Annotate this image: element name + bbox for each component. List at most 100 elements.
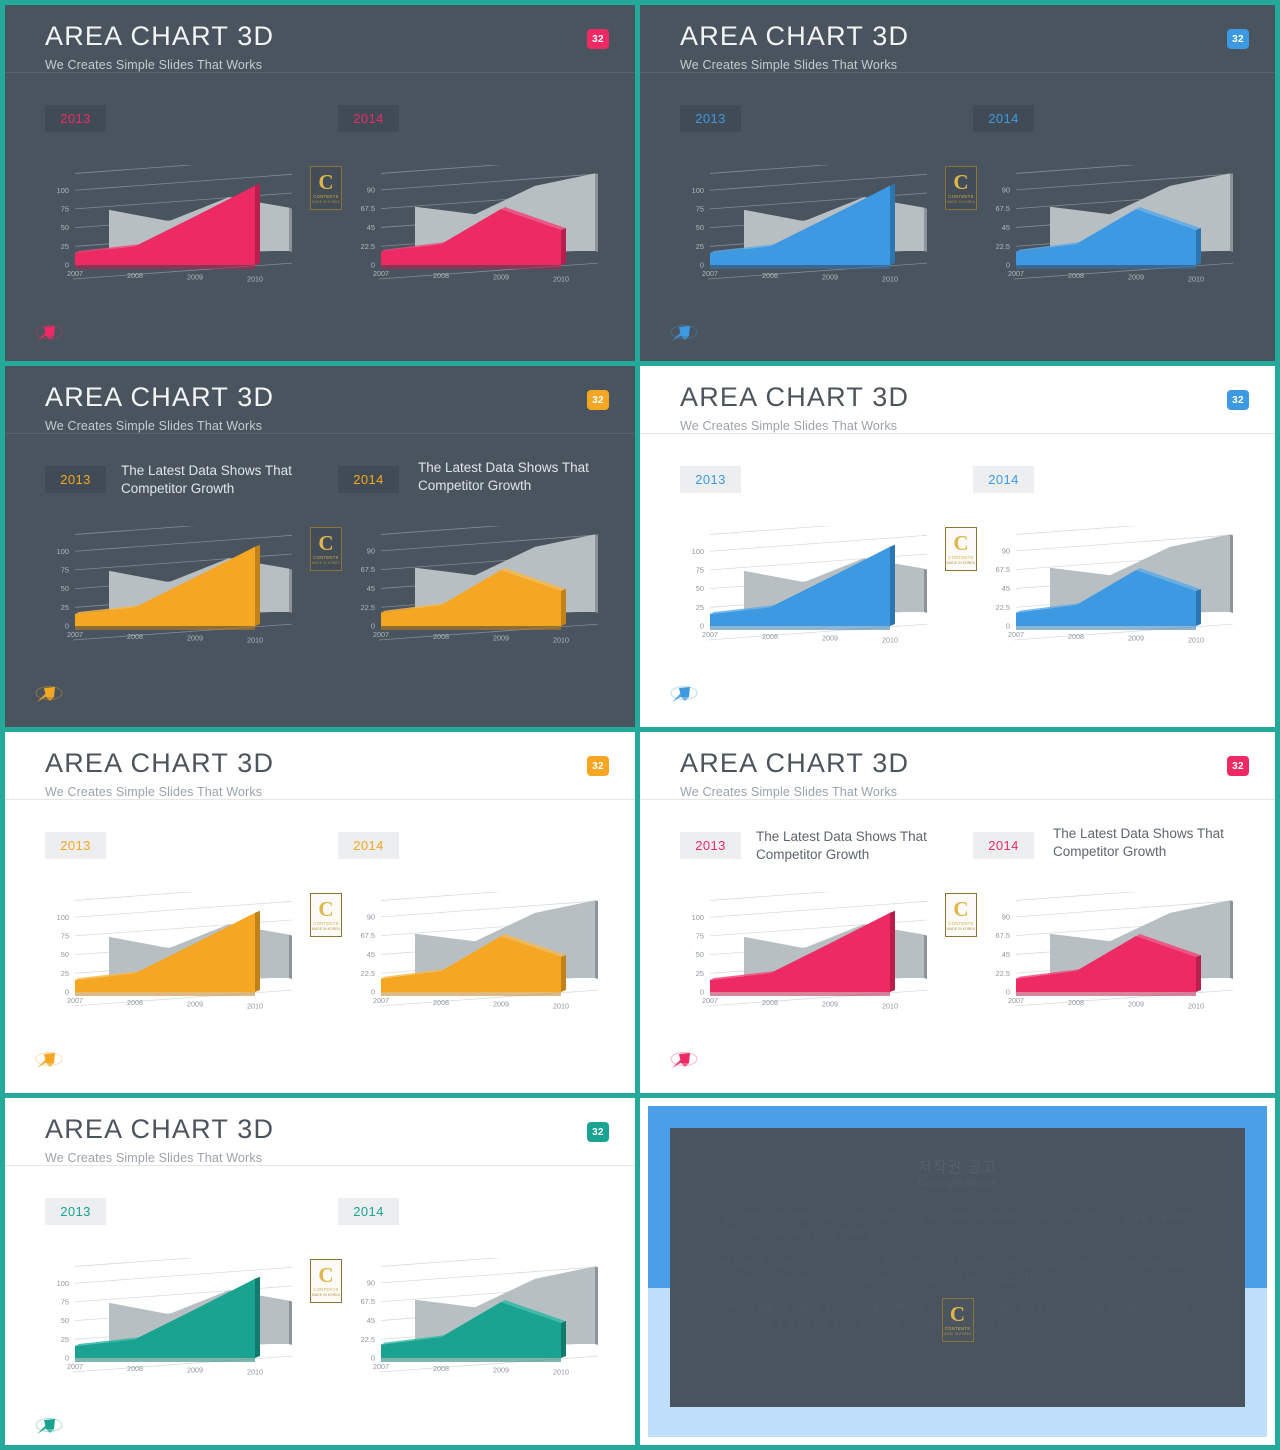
- svg-text:22.5: 22.5: [361, 969, 375, 978]
- svg-text:25: 25: [61, 603, 69, 612]
- year-chip-2013[interactable]: 2013: [680, 105, 741, 132]
- svg-text:2010: 2010: [882, 1001, 898, 1010]
- year-chip-2013[interactable]: 2013: [45, 466, 106, 493]
- contents-logo: C CONTENTS MADE IN KOREA: [945, 893, 977, 937]
- status-badge: 32: [587, 1122, 609, 1142]
- panel-s5[interactable]: AREA CHART 3D We Creates Simple Slides T…: [0, 732, 640, 1098]
- svg-text:50: 50: [696, 584, 704, 593]
- svg-text:67.5: 67.5: [996, 204, 1010, 213]
- copyright-subtitle: Copyright Notice: [918, 1178, 997, 1189]
- logo-letter: C: [318, 896, 334, 921]
- svg-text:100: 100: [692, 186, 704, 195]
- slide-s7: AREA CHART 3D We Creates Simple Slides T…: [5, 1098, 635, 1445]
- contents-logo: C CONTENTS MADE IN KOREA: [310, 166, 342, 210]
- svg-text:2008: 2008: [762, 632, 778, 641]
- year-chip-2013[interactable]: 2013: [45, 832, 106, 859]
- svg-text:2009: 2009: [1128, 1000, 1144, 1009]
- svg-text:2007: 2007: [1008, 630, 1024, 639]
- logo-letter: C: [953, 896, 969, 921]
- panel-s2[interactable]: AREA CHART 3D We Creates Simple Slides T…: [640, 0, 1280, 366]
- description-2014: The Latest Data Shows That Competitor Gr…: [418, 460, 589, 493]
- svg-text:45: 45: [1002, 950, 1010, 959]
- svg-text:2007: 2007: [373, 269, 389, 278]
- status-badge: 32: [1227, 756, 1249, 776]
- status-badge: 32: [587, 29, 609, 49]
- year-chip-2013[interactable]: 2013: [680, 466, 741, 493]
- svg-text:67.5: 67.5: [361, 565, 375, 574]
- logo-line1: CONTENTS: [948, 554, 974, 560]
- svg-text:67.5: 67.5: [996, 565, 1010, 574]
- year-chip-2013[interactable]: 2013: [45, 105, 106, 132]
- slide-header: AREA CHART 3D We Creates Simple Slides T…: [5, 366, 635, 434]
- svg-text:22.5: 22.5: [996, 603, 1010, 612]
- svg-text:2010: 2010: [882, 274, 898, 283]
- svg-text:2009: 2009: [822, 634, 838, 643]
- svg-text:2007: 2007: [702, 996, 718, 1005]
- svg-text:45: 45: [367, 584, 375, 593]
- panel-s7[interactable]: AREA CHART 3D We Creates Simple Slides T…: [0, 1098, 640, 1450]
- svg-text:2008: 2008: [433, 1364, 449, 1373]
- svg-text:100: 100: [57, 913, 69, 922]
- svg-text:50: 50: [696, 223, 704, 232]
- logo-line1: CONTENTS: [313, 193, 339, 199]
- copyright-paragraph: 본 템플릿에 사용된 모든 이미지 및 아이콘, 폰트의 저작권은 각 제작사에…: [722, 1258, 1190, 1284]
- contents-logo: C CONTENTS MADE IN KOREA: [945, 527, 977, 571]
- svg-text:2010: 2010: [247, 1001, 263, 1010]
- page-subtitle: We Creates Simple Slides That Works: [680, 785, 898, 799]
- logo-line2: MADE IN KOREA: [312, 1292, 340, 1297]
- year-chip-2014[interactable]: 2014: [973, 832, 1034, 859]
- svg-text:2008: 2008: [127, 271, 143, 280]
- panel-s1[interactable]: AREA CHART 3D We Creates Simple Slides T…: [0, 0, 640, 366]
- svg-text:75: 75: [696, 566, 704, 575]
- svg-text:90: 90: [367, 185, 375, 194]
- contents-logo: C CONTENTS MADE IN KOREA: [310, 1259, 342, 1303]
- logo-line1: CONTENTS: [948, 920, 974, 926]
- chart-2014: 0 22.5 45 67.5 90 2007 2008 2009 2010: [978, 526, 1233, 648]
- logo-line1: CONTENTS: [948, 193, 974, 199]
- svg-text:2008: 2008: [127, 998, 143, 1007]
- svg-text:2009: 2009: [187, 634, 203, 643]
- svg-text:50: 50: [61, 223, 69, 232]
- svg-text:45: 45: [367, 223, 375, 232]
- svg-text:90: 90: [1002, 912, 1010, 921]
- copyright-logo-wrap: C CONTENTS MADE IN KOREA: [941, 1298, 974, 1342]
- svg-text:2009: 2009: [187, 273, 203, 282]
- svg-text:100: 100: [57, 547, 69, 556]
- year-chip-2014[interactable]: 2014: [973, 105, 1034, 132]
- year-chip-2013[interactable]: 2013: [45, 1198, 106, 1225]
- svg-text:45: 45: [367, 1316, 375, 1325]
- contents-logo: C CONTENTS MADE IN KOREA: [945, 166, 977, 210]
- year-chip-2014[interactable]: 2014: [973, 466, 1034, 493]
- slide-s6: AREA CHART 3D We Creates Simple Slides T…: [640, 732, 1275, 1093]
- svg-text:2009: 2009: [187, 1366, 203, 1375]
- logo-line1: CONTENTS: [313, 920, 339, 926]
- year-chip-2014[interactable]: 2014: [338, 1198, 399, 1225]
- chart-2014: 0 22.5 45 67.5 90 2007 2008 2009 2010: [343, 526, 598, 648]
- page-title: AREA CHART 3D: [45, 748, 275, 778]
- panel-copyright[interactable]: 저작권 공고 Copyright Notice 본 저작물은 저작권법에 의하여…: [640, 1098, 1280, 1450]
- svg-text:2007: 2007: [67, 630, 83, 639]
- svg-text:2010: 2010: [247, 274, 263, 283]
- logo-line1: CONTENTS: [313, 554, 339, 560]
- svg-text:2010: 2010: [553, 1001, 569, 1010]
- svg-text:2008: 2008: [127, 1364, 143, 1373]
- year-chip-2014[interactable]: 2014: [338, 466, 399, 493]
- page-subtitle: We Creates Simple Slides That Works: [45, 1151, 263, 1165]
- svg-text:67.5: 67.5: [361, 204, 375, 213]
- svg-text:22.5: 22.5: [361, 1335, 375, 1344]
- year-chip-2013[interactable]: 2013: [680, 832, 741, 859]
- logo-line2: MADE IN KOREA: [312, 199, 340, 204]
- panel-s3[interactable]: AREA CHART 3D We Creates Simple Slides T…: [0, 366, 640, 732]
- year-chip-2014[interactable]: 2014: [338, 105, 399, 132]
- year-chip-2014[interactable]: 2014: [338, 832, 399, 859]
- chart-2013: 0 25 50 75 100 2007 2008 2009 2010: [37, 165, 292, 287]
- svg-text:90: 90: [367, 546, 375, 555]
- svg-text:2007: 2007: [1008, 269, 1024, 278]
- svg-text:2008: 2008: [433, 998, 449, 1007]
- svg-text:2010: 2010: [1188, 1001, 1204, 1010]
- panel-s6[interactable]: AREA CHART 3D We Creates Simple Slides T…: [640, 732, 1280, 1098]
- logo-letter: C: [953, 169, 969, 194]
- panel-s4[interactable]: AREA CHART 3D We Creates Simple Slides T…: [640, 366, 1280, 732]
- page-title: AREA CHART 3D: [45, 382, 275, 412]
- chart-2014: 0 22.5 45 67.5 90 2007 2008 2009 2010: [978, 892, 1233, 1014]
